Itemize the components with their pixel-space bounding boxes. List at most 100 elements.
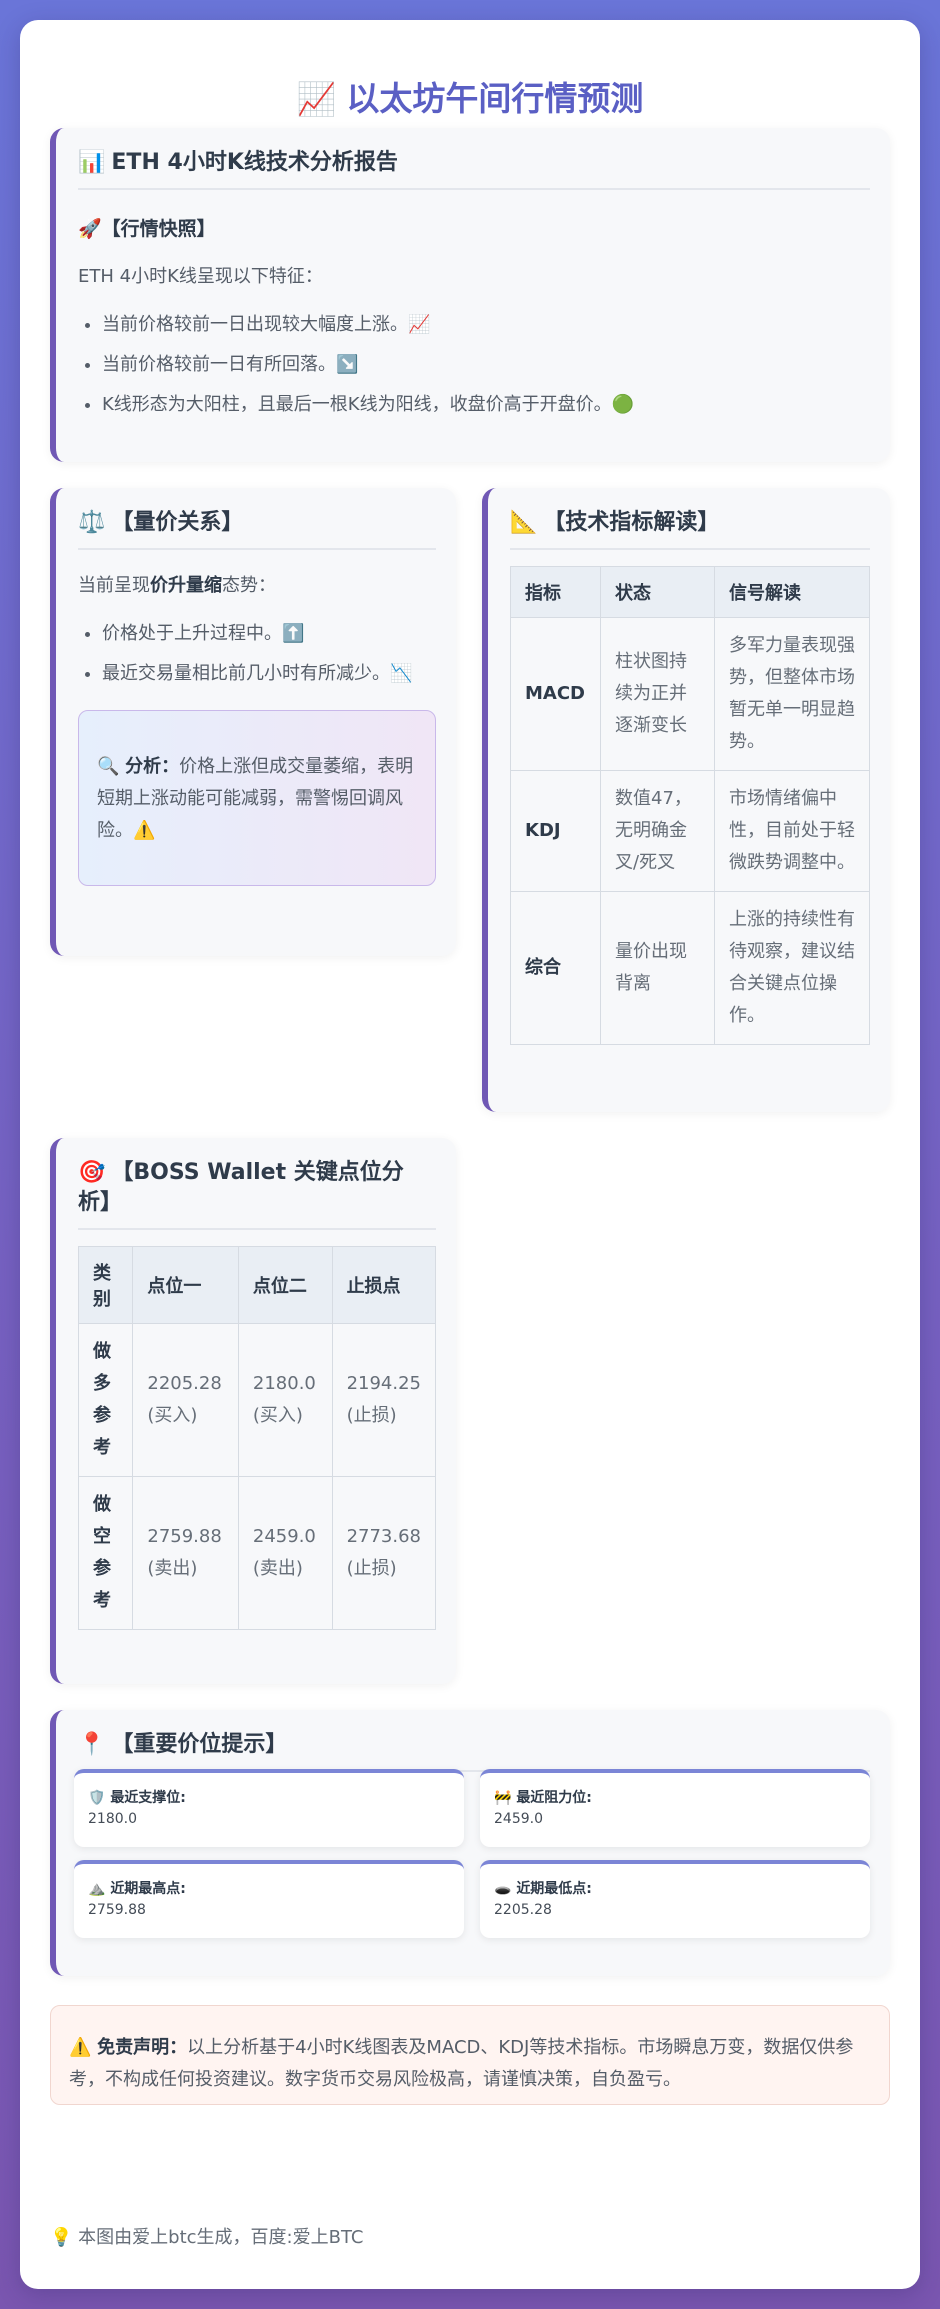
snapshot-heading-text: 【行情快照】 xyxy=(101,218,216,240)
report-heading-text: ETH 4小时K线技术分析报告 xyxy=(111,150,398,175)
page-title: 📈 以太坊午间行情预测 xyxy=(20,72,920,120)
list-item: K线形态为大阳柱，且最后一根K线为阳线，收盘价高于开盘价。🟢 xyxy=(102,391,870,419)
list-item: 价格处于上升过程中。⬆️ xyxy=(102,620,436,648)
boss-table: 类别 点位一 点位二 止损点 做多参考 2205.28 (买入) 2180.0 … xyxy=(77,1246,437,1630)
table-cell: 量价出现背离 xyxy=(600,891,715,1045)
table-cell: 2459.0 (卖出) xyxy=(237,1476,333,1630)
boss-heading-text: 【BOSS Wallet 关键点位分析】 xyxy=(78,1160,404,1215)
disclaimer-text: 以上分析基于4小时K线图表及MACD、KDJ等技术指标。市场瞬息万变，数据仅供参… xyxy=(69,2037,854,2090)
price-value: 2205.28 xyxy=(494,1902,552,1918)
table-row: 做空参考 2759.88 (卖出) 2459.0 (卖出) 2773.68 (止… xyxy=(77,1476,437,1630)
mountain-icon: ⛰️ xyxy=(88,1881,106,1897)
table-header-row: 指标 状态 信号解读 xyxy=(510,566,870,618)
table-cell: 多军力量表现强势，但整体市场暂无单一明显趋势。 xyxy=(714,617,870,771)
indicators-card: 📐 【技术指标解读】 指标 状态 信号解读 MACD 柱状图持续为正并逐渐变长 多… xyxy=(482,488,890,1112)
table-cell: 做多参考 xyxy=(77,1323,134,1477)
table-row: 综合 量价出现背离 上涨的持续性有待观察，建议结合关键点位操作。 xyxy=(510,891,870,1045)
page-card: 📈 以太坊午间行情预测 📊 ETH 4小时K线技术分析报告 🚀【行情快照】 ETH … xyxy=(20,20,920,2289)
volume-price-bullets: 价格处于上升过程中。⬆️ 最近交易量相比前几小时有所减少。📉 xyxy=(78,620,436,688)
list-item: 当前价格较前一日出现较大幅度上涨。📈 xyxy=(102,311,870,339)
target-icon: 🎯 xyxy=(78,1160,106,1185)
table-header: 点位一 xyxy=(132,1246,239,1324)
chart-up-icon: 📈 xyxy=(296,80,337,118)
volume-price-heading-text: 【量价关系】 xyxy=(111,510,244,535)
table-header: 状态 xyxy=(600,566,715,618)
list-item: 当前价格较前一日有所回落。↘️ xyxy=(102,351,870,379)
table-header: 止损点 xyxy=(331,1246,437,1324)
price-value: 2459.0 xyxy=(494,1811,543,1827)
page-title-text: 以太坊午间行情预测 xyxy=(346,79,644,118)
levels-heading-text: 【重要价位提示】 xyxy=(111,1732,288,1757)
scales-icon: ⚖️ xyxy=(78,510,106,535)
intro-post: 态势： xyxy=(222,575,276,596)
warning-icon: ⚠️ xyxy=(69,2037,92,2058)
price-label: 🛡️ 最近支撑位: xyxy=(88,1787,450,1807)
table-cell: 市场情绪偏中性，目前处于轻微跌势调整中。 xyxy=(714,770,870,892)
table-cell: 做空参考 xyxy=(77,1476,134,1630)
shield-icon: 🛡️ xyxy=(88,1790,106,1806)
table-cell: MACD xyxy=(510,617,601,771)
footer-text: 本图由爱上btc生成，百度:爱上BTC xyxy=(78,2227,364,2248)
table-cell: KDJ xyxy=(510,770,601,892)
magnifier-icon: 🔍 xyxy=(97,756,120,777)
recent-low-box: 🕳️ 近期最低点: 2205.28 xyxy=(480,1860,870,1938)
levels-heading: 📍 【重要价位提示】 xyxy=(78,1730,870,1772)
table-cell: 2194.25 (止损) xyxy=(331,1323,437,1477)
price-label: 🚧 最近阻力位: xyxy=(494,1787,856,1807)
disclaimer-box: ⚠️ 免责声明：以上分析基于4小时K线图表及MACD、KDJ等技术指标。市场瞬息… xyxy=(50,2005,890,2105)
table-cell: 综合 xyxy=(510,891,601,1045)
price-label-text: 最近阻力位: xyxy=(516,1790,592,1806)
triangle-ruler-icon: 📐 xyxy=(510,510,538,535)
price-label-text: 近期最低点: xyxy=(516,1881,592,1897)
table-header: 信号解读 xyxy=(714,566,870,618)
intro-bold: 价升量缩 xyxy=(150,575,222,596)
boss-heading: 🎯 【BOSS Wallet 关键点位分析】 xyxy=(78,1158,436,1230)
price-value: 2759.88 xyxy=(88,1902,146,1918)
resistance-level-box: 🚧 最近阻力位: 2459.0 xyxy=(480,1769,870,1847)
footer: 💡 本图由爱上btc生成，百度:爱上BTC xyxy=(50,2223,363,2249)
table-cell: 上涨的持续性有待观察，建议结合关键点位操作。 xyxy=(714,891,870,1045)
support-level-box: 🛡️ 最近支撑位: 2180.0 xyxy=(74,1769,464,1847)
table-cell: 2759.88 (卖出) xyxy=(132,1476,239,1630)
table-row: 做多参考 2205.28 (买入) 2180.0 (买入) 2194.25 (止… xyxy=(77,1323,437,1477)
indicators-table: 指标 状态 信号解读 MACD 柱状图持续为正并逐渐变长 多军力量表现强势，但整… xyxy=(510,566,870,1045)
volume-price-intro: 当前呈现价升量缩态势： xyxy=(78,572,436,600)
indicators-heading-text: 【技术指标解读】 xyxy=(543,510,720,535)
price-value: 2180.0 xyxy=(88,1811,137,1827)
bar-chart-icon: 📊 xyxy=(78,150,106,175)
table-cell: 数值47，无明确金叉/死叉 xyxy=(600,770,715,892)
table-header: 指标 xyxy=(510,566,601,618)
boss-wallet-card: 🎯 【BOSS Wallet 关键点位分析】 类别 点位一 点位二 止损点 做多参… xyxy=(50,1138,456,1684)
report-bullets: 当前价格较前一日出现较大幅度上涨。📈 当前价格较前一日有所回落。↘️ K线形态为… xyxy=(78,311,870,419)
table-cell: 柱状图持续为正并逐渐变长 xyxy=(600,617,715,771)
report-heading: 📊 ETH 4小时K线技术分析报告 xyxy=(78,148,870,190)
table-row: KDJ 数值47，无明确金叉/死叉 市场情绪偏中性，目前处于轻微跌势调整中。 xyxy=(510,770,870,892)
rocket-icon: 🚀 xyxy=(78,218,102,240)
volume-price-card: ⚖️【量价关系】 当前呈现价升量缩态势： 价格处于上升过程中。⬆️ 最近交易量相… xyxy=(50,488,456,956)
volume-price-heading: ⚖️ 【量价关系】 xyxy=(78,508,436,550)
hole-icon: 🕳️ xyxy=(494,1881,512,1897)
barrier-icon: 🚧 xyxy=(494,1790,512,1806)
price-label-text: 近期最高点: xyxy=(110,1881,186,1897)
disclaimer-label: 免责声明： xyxy=(97,2037,188,2058)
table-cell: 2773.68 (止损) xyxy=(331,1476,437,1630)
price-label: ⛰️ 近期最高点: xyxy=(88,1878,450,1898)
list-item: 最近交易量相比前几小时有所减少。📉 xyxy=(102,660,436,688)
snapshot-heading: 🚀【行情快照】 xyxy=(78,214,870,241)
price-label: 🕳️ 近期最低点: xyxy=(494,1878,856,1898)
analysis-label: 分析： xyxy=(125,756,180,777)
analysis-box: 🔍 分析：价格上涨但成交量萎缩，表明短期上涨动能可能减弱，需警惕回调风险。⚠️ xyxy=(78,710,436,886)
table-row: MACD 柱状图持续为正并逐渐变长 多军力量表现强势，但整体市场暂无单一明显趋势… xyxy=(510,617,870,771)
recent-high-box: ⛰️ 近期最高点: 2759.88 xyxy=(74,1860,464,1938)
table-header: 点位二 xyxy=(237,1246,333,1324)
price-label-text: 最近支撑位: xyxy=(110,1790,186,1806)
report-card: 📊 ETH 4小时K线技术分析报告 🚀【行情快照】 ETH 4小时K线呈现以下特征… xyxy=(50,128,890,462)
pin-icon: 📍 xyxy=(78,1732,106,1757)
table-cell: 2180.0 (买入) xyxy=(237,1323,333,1477)
intro-pre: 当前呈现 xyxy=(78,575,150,596)
lightbulb-icon: 💡 xyxy=(50,2227,73,2248)
table-header: 类别 xyxy=(77,1246,134,1324)
indicators-heading: 📐 【技术指标解读】 xyxy=(510,508,870,550)
report-intro: ETH 4小时K线呈现以下特征： xyxy=(78,266,323,287)
table-cell: 2205.28 (买入) xyxy=(132,1323,239,1477)
